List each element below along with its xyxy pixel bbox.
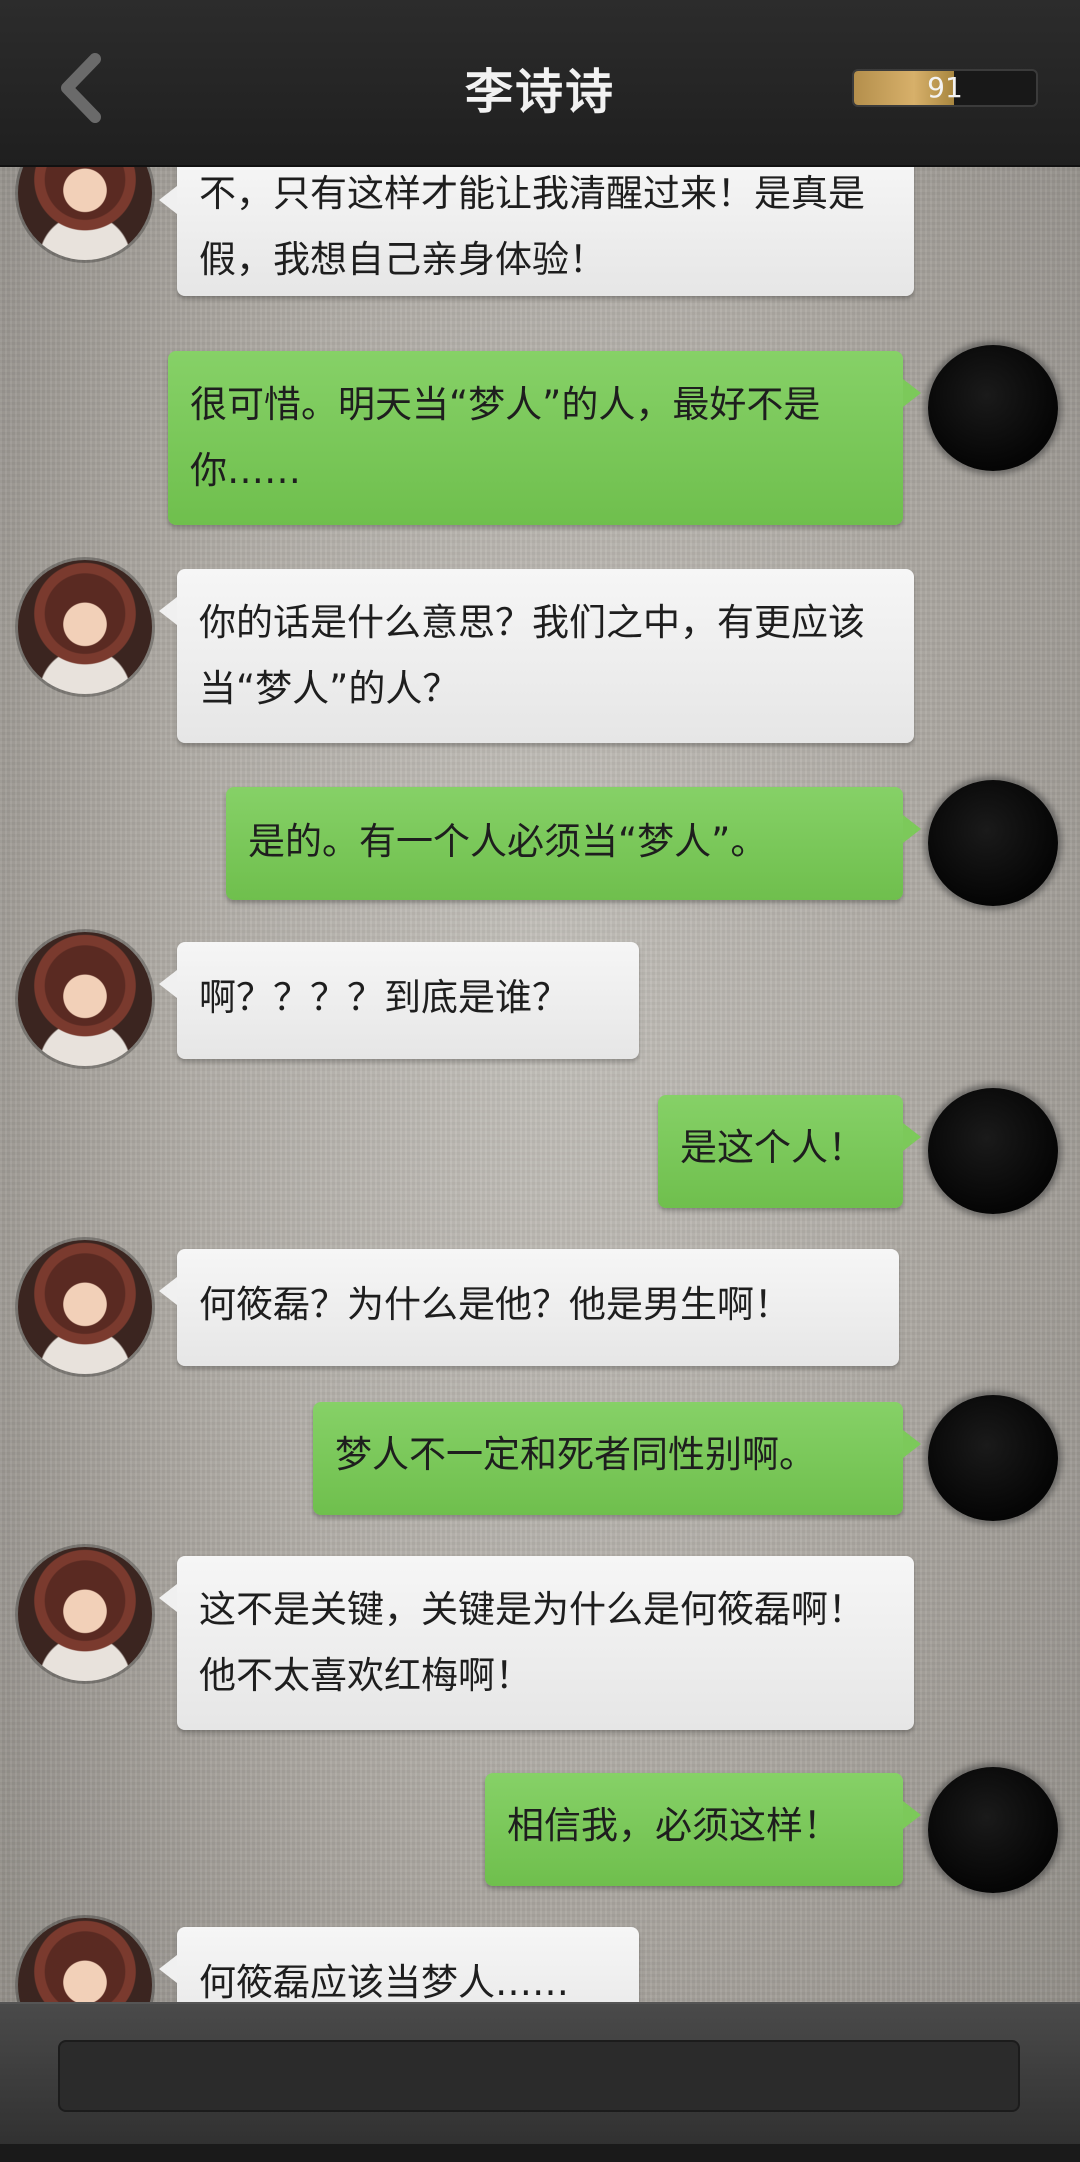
user-avatar[interactable] [928,1088,1058,1214]
meter-value: 91 [927,71,963,104]
message-bubble-left[interactable]: 何筱磊应该当梦人…… [159,1927,639,2002]
contact-avatar[interactable] [18,1547,152,1681]
message-bubble-right[interactable]: 是的。有一个人必须当“梦人”。 [226,787,921,900]
message-bubble-right[interactable]: 相信我，必须这样！ [485,1773,921,1886]
top-bar: 李诗诗 91 [0,0,1080,167]
user-avatar[interactable] [928,780,1058,906]
input-bar [0,2002,1080,2162]
message-bubble-left[interactable]: 啊？？？？到底是谁？ [159,942,639,1059]
bottom-strip [0,2144,1080,2162]
contact-avatar[interactable] [18,1240,152,1374]
user-avatar[interactable] [928,1395,1058,1521]
contact-avatar[interactable] [18,932,152,1066]
message-bubble-right[interactable]: 是这个人！ [658,1095,921,1208]
message-list[interactable]: 不，只有这样才能让我清醒过来！是真是假，我想自己亲身体验！ 很可惜。明天当“梦人… [0,165,1080,2002]
message-bubble-left[interactable]: 不，只有这样才能让我清醒过来！是真是假，我想自己亲身体验！ [159,165,914,296]
message-input[interactable] [58,2040,1020,2112]
contact-avatar[interactable] [18,560,152,694]
message-bubble-left[interactable]: 你的话是什么意思？我们之中，有更应该当“梦人”的人？ [159,569,914,743]
user-avatar[interactable] [928,1767,1058,1893]
contact-avatar[interactable] [18,165,152,260]
progress-meter: 91 [852,69,1038,107]
message-bubble-left[interactable]: 这不是关键，关键是为什么是何筱磊啊！他不太喜欢红梅啊！ [159,1556,914,1730]
message-bubble-right[interactable]: 梦人不一定和死者同性别啊。 [313,1402,921,1515]
message-bubble-right[interactable]: 很可惜。明天当“梦人”的人，最好不是你…… [168,351,921,525]
message-bubble-left[interactable]: 何筱磊？为什么是他？他是男生啊！ [159,1249,899,1366]
contact-avatar[interactable] [18,1918,152,2002]
user-avatar[interactable] [928,345,1058,471]
